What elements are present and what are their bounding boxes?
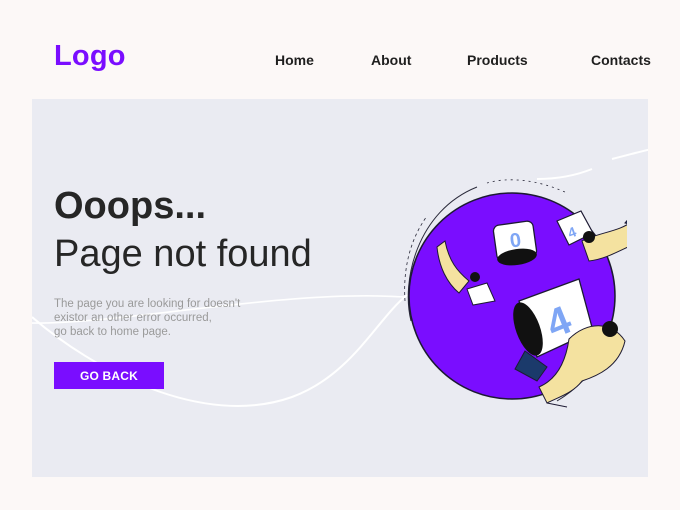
logo[interactable]: Logo xyxy=(54,40,126,73)
description-line: go back to home page. xyxy=(54,326,171,338)
error-description: The page you are looking for doesn't exi… xyxy=(54,297,274,339)
headline: Ooops... xyxy=(54,185,206,227)
space-planet-icon: 0 4 4 xyxy=(404,179,627,408)
go-back-button[interactable]: GO BACK xyxy=(54,362,164,389)
nav-about[interactable]: About xyxy=(371,52,411,68)
subheadline: Page not found xyxy=(54,233,312,275)
error-panel: Ooops... Page not found The page you are… xyxy=(32,99,648,477)
cup-icon: 0 xyxy=(492,220,538,266)
site-header: Logo Home About Products Contacts xyxy=(0,0,680,99)
astronaut-icon xyxy=(581,219,627,262)
nav-products[interactable]: Products xyxy=(467,52,528,68)
nav-contacts[interactable]: Contacts xyxy=(591,52,651,68)
description-line: The page you are looking for doesn't xyxy=(54,298,241,310)
nav-home[interactable]: Home xyxy=(275,52,314,68)
description-line: existor an other error occurred, xyxy=(54,312,212,324)
